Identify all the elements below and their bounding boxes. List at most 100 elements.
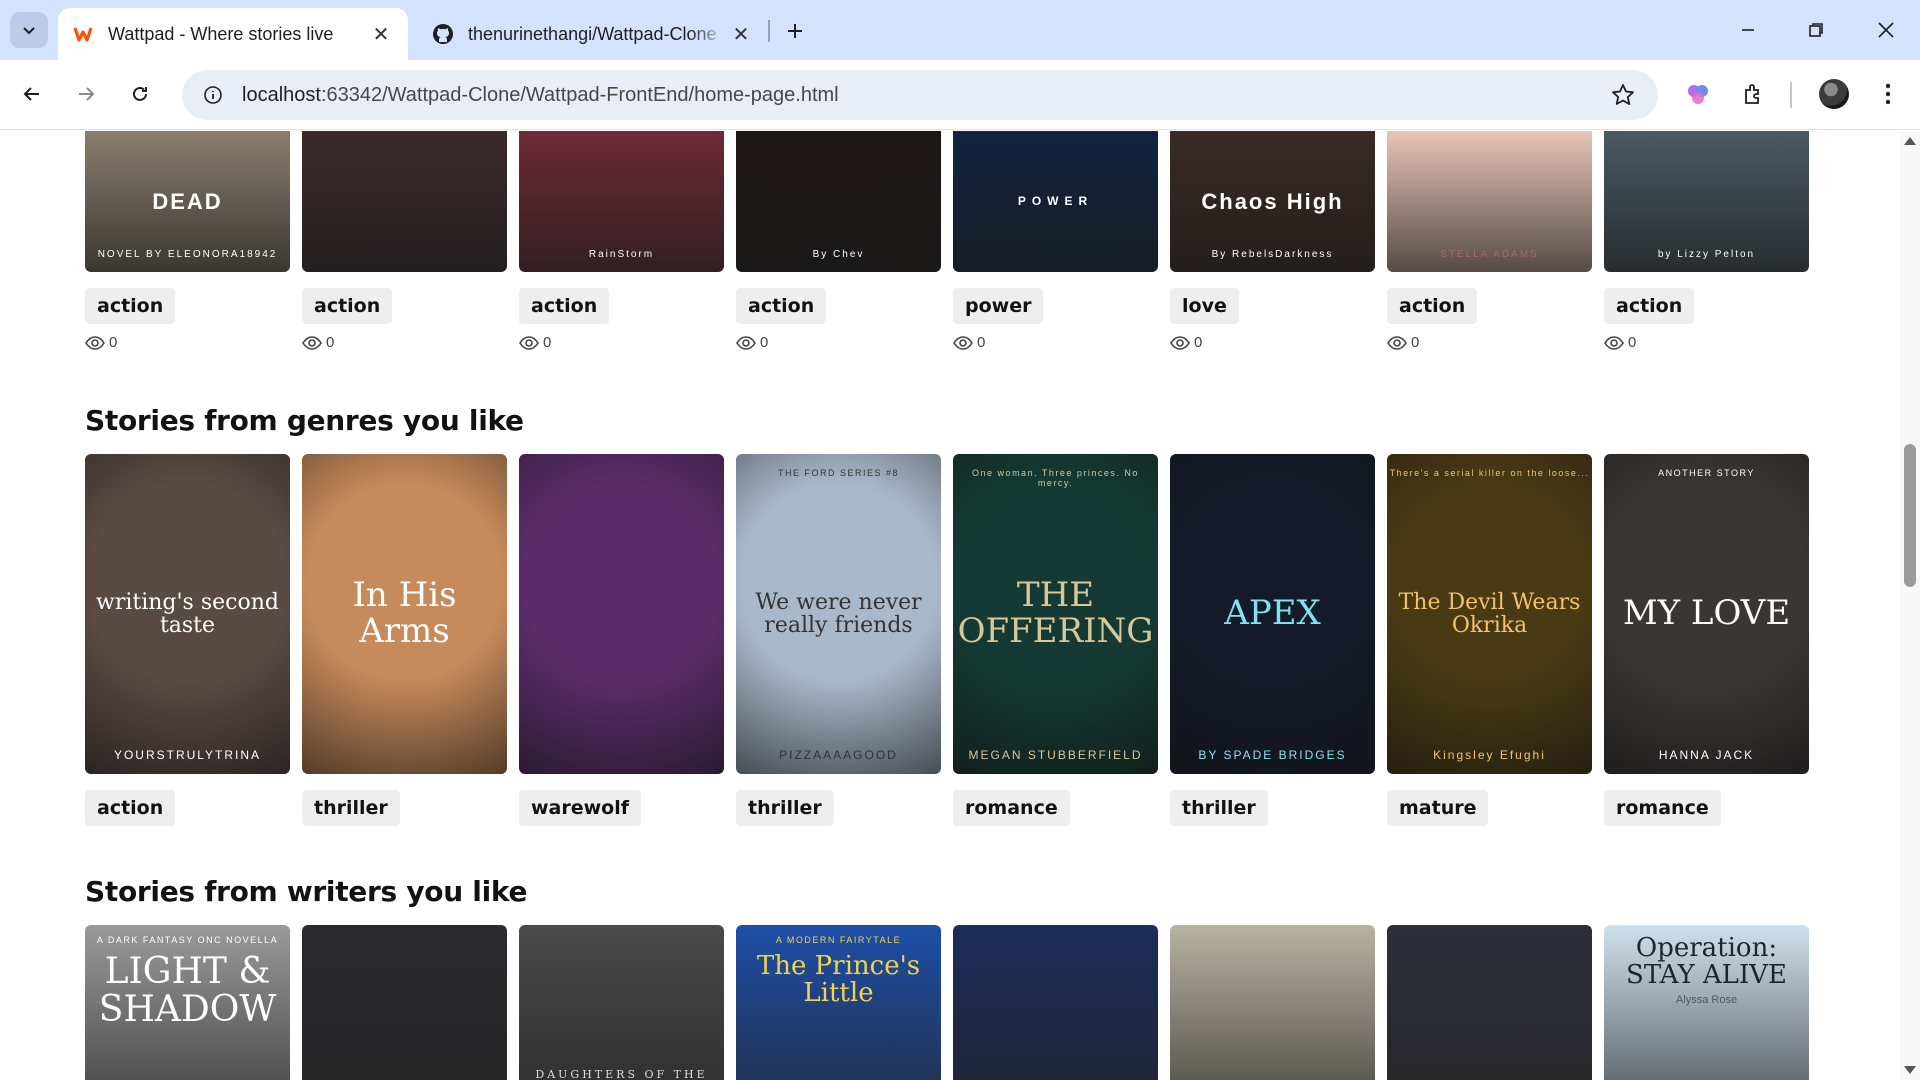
tab-search-button[interactable] [10,12,48,48]
profile-avatar[interactable] [1816,76,1852,112]
story-card[interactable]: RainStorm action 0 [519,131,724,351]
story-card[interactable]: By Chev action 0 [736,131,941,351]
tab-github[interactable]: thenurinethangi/Wattpad-Clone ✕ [418,8,768,60]
reload-button[interactable] [122,76,158,112]
forward-button[interactable] [68,76,104,112]
view-count-value: 0 [543,334,552,351]
story-cover[interactable]: by Lizzy Pelton [1604,131,1809,272]
scroll-down-arrow-icon[interactable] [1904,1066,1916,1074]
cover-title: The Devil Wears Okrika [1398,589,1581,638]
genre-tag[interactable]: mature [1387,790,1489,826]
genre-tag[interactable]: action [1387,288,1478,324]
story-card[interactable]: There's a serial killer on the loose... T… [1387,454,1592,826]
genre-tag[interactable]: power [953,288,1044,324]
story-cover[interactable] [1170,925,1375,1080]
cover-title: DEAD [152,188,223,214]
story-cover[interactable]: RainStorm [519,131,724,272]
story-cover[interactable] [519,454,724,774]
minimize-button[interactable] [1726,12,1770,48]
story-card[interactable]: by Lizzy Pelton action 0 [1604,131,1809,351]
new-tab-button[interactable] [778,14,812,48]
story-cover[interactable] [1387,925,1592,1080]
restore-button[interactable] [1794,12,1838,48]
extensions-puzzle-icon[interactable] [1736,76,1772,112]
story-cover[interactable]: DEAD NOVEL BY ELEONORA18942 [85,131,290,272]
menu-kebab-icon[interactable] [1870,76,1906,112]
story-cover[interactable]: In His Arms [302,454,507,774]
story-cover[interactable] [953,925,1158,1080]
story-cover[interactable]: One woman. Three princes. No mercy. THE O… [953,454,1158,774]
story-row-previous: DEAD NOVEL BY ELEONORA18942 action 0 action 0… [85,131,1809,351]
ai-extension-icon[interactable] [1680,76,1716,112]
browser-toolbar: localhost:63342/Wattpad-Clone/Wattpad-Fr… [0,60,1920,130]
story-card[interactable]: writing's second taste YOURSTRULYTRINA act… [85,454,290,826]
cover-author: Kingsley Efughi [1433,748,1546,762]
genre-tag[interactable]: love [1170,288,1239,324]
address-bar[interactable]: localhost:63342/Wattpad-Clone/Wattpad-Fr… [182,70,1658,120]
story-cover[interactable]: APEX BY SPADE BRIDGES [1170,454,1375,774]
genre-tag[interactable]: thriller [1170,790,1268,826]
github-logo-icon [432,23,454,45]
story-cover[interactable]: By Chev [736,131,941,272]
close-window-button[interactable] [1864,12,1908,48]
genre-tag[interactable]: action [736,288,827,324]
story-card[interactable]: DEAD NOVEL BY ELEONORA18942 action 0 [85,131,290,351]
story-cover[interactable]: DAUGHTERS OF THE [519,925,724,1080]
story-card[interactable]: DAUGHTERS OF THE [519,925,724,1080]
story-card[interactable] [1387,925,1592,1080]
story-cover[interactable] [302,131,507,272]
bookmark-star-icon[interactable] [1610,82,1636,108]
genres-section-heading-wrap: Stories from genres you like [85,404,524,437]
story-cover[interactable]: A MODERN FAIRYTALE The Prince's Little [736,925,941,1080]
story-card[interactable]: A MODERN FAIRYTALE The Prince's Little [736,925,941,1080]
story-cover[interactable]: THE FORD SERIES #8 We were never really f… [736,454,941,774]
story-cover[interactable]: ANOTHER STORY MY LOVE HANNA JACK [1604,454,1809,774]
eye-icon [1170,335,1190,350]
writers-section-heading-wrap: Stories from writers you like [85,875,527,908]
scroll-up-arrow-icon[interactable] [1904,137,1916,145]
story-cover[interactable]: writing's second taste YOURSTRULYTRINA [85,454,290,774]
story-card[interactable] [302,925,507,1080]
story-card[interactable]: POWER power 0 [953,131,1158,351]
story-card[interactable] [953,925,1158,1080]
genre-tag[interactable]: action [302,288,393,324]
story-card[interactable]: A DARK FANTASY ONC NOVELLA LIGHT & SHADOW [85,925,290,1080]
story-card[interactable]: In His Arms thriller [302,454,507,826]
genre-tag[interactable]: action [85,790,176,826]
site-info-icon[interactable] [188,70,238,120]
story-cover[interactable]: STELLA ADAMS [1387,131,1592,272]
story-cover[interactable]: Operation: STAY ALIVE Alyssa Rose [1604,925,1809,1080]
genre-tag[interactable]: thriller [736,790,834,826]
genre-tag[interactable]: warewolf [519,790,642,826]
back-button[interactable] [14,76,50,112]
story-card[interactable]: One woman. Three princes. No mercy. THE O… [953,454,1158,826]
url-path: :63342/Wattpad-Clone/Wattpad-FrontEnd/ho… [320,83,839,106]
story-card[interactable]: Operation: STAY ALIVE Alyssa Rose [1604,925,1809,1080]
story-card[interactable] [1170,925,1375,1080]
story-cover[interactable] [302,925,507,1080]
story-card[interactable]: ANOTHER STORY MY LOVE HANNA JACK romance [1604,454,1809,826]
story-cover[interactable]: Chaos High By RebelsDarkness [1170,131,1375,272]
scrollbar-thumb[interactable] [1904,444,1916,587]
genre-tag[interactable]: action [85,288,176,324]
genre-tag[interactable]: action [519,288,610,324]
genre-tag[interactable]: action [1604,288,1695,324]
close-tab-icon[interactable]: ✕ [368,21,394,47]
tab-wattpad[interactable]: Wattpad - Where stories live ✕ [58,8,408,60]
story-cover[interactable]: POWER [953,131,1158,272]
story-card[interactable]: action 0 [302,131,507,351]
story-card[interactable]: STELLA ADAMS action 0 [1387,131,1592,351]
view-count: 0 [953,334,1158,351]
story-cover[interactable]: A DARK FANTASY ONC NOVELLA LIGHT & SHADOW [85,925,290,1080]
story-card[interactable]: warewolf [519,454,724,826]
cover-author: NOVEL BY ELEONORA18942 [97,249,278,260]
story-card[interactable]: Chaos High By RebelsDarkness love 0 [1170,131,1375,351]
genre-tag[interactable]: romance [1604,790,1721,826]
genre-tag[interactable]: romance [953,790,1070,826]
story-card[interactable]: THE FORD SERIES #8 We were never really f… [736,454,941,826]
story-cover[interactable]: There's a serial killer on the loose... T… [1387,454,1592,774]
genre-tag[interactable]: thriller [302,790,400,826]
story-card[interactable]: APEX BY SPADE BRIDGES thriller [1170,454,1375,826]
close-tab-icon[interactable]: ✕ [728,21,754,47]
page-scrollbar[interactable] [1900,131,1920,1080]
